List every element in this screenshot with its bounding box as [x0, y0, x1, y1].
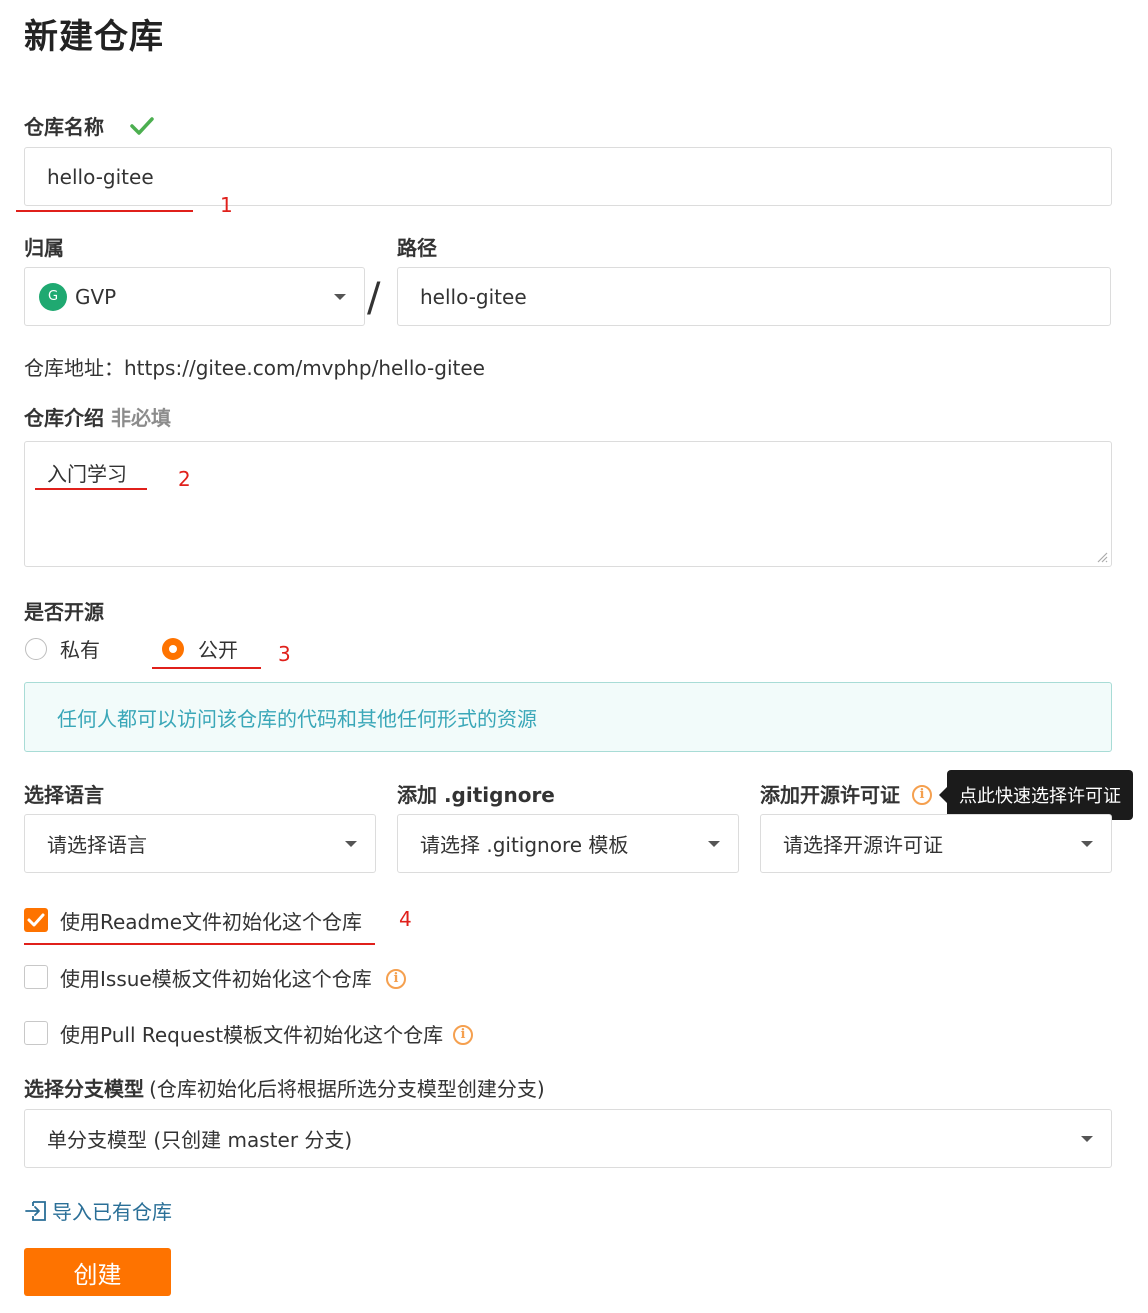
annotation-number-2: 2 — [178, 467, 191, 491]
chevron-down-icon — [708, 840, 720, 847]
language-select[interactable]: 请选择语言 — [24, 814, 376, 873]
license-tooltip: 点此快速选择许可证 — [939, 770, 1133, 820]
description-textarea[interactable]: 入门学习 — [24, 441, 1112, 567]
issue-template-checkbox[interactable] — [24, 965, 48, 989]
annotation-number-3: 3 — [278, 642, 291, 666]
description-label: 仓库介绍 非必填 — [24, 404, 171, 432]
license-label: 添加开源许可证 — [760, 783, 900, 807]
readme-checkbox[interactable] — [24, 908, 48, 932]
visibility-notice-text: 任何人都可以访问该仓库的代码和其他任何形式的资源 — [57, 706, 537, 731]
visibility-notice: 任何人都可以访问该仓库的代码和其他任何形式的资源 — [24, 682, 1112, 752]
import-repo-link-text: 导入已有仓库 — [52, 1200, 172, 1224]
branch-model-label: 选择分支模型 — [24, 1077, 144, 1101]
repo-address: 仓库地址：https://gitee.com/mvphp/hello-gitee — [24, 356, 485, 380]
language-placeholder: 请选择语言 — [47, 833, 147, 857]
license-placeholder: 请选择开源许可证 — [783, 833, 943, 857]
visibility-label: 是否开源 — [24, 600, 104, 624]
annotation-underline-3 — [152, 667, 261, 669]
path-value: hello-gitee — [420, 284, 527, 309]
chevron-down-icon — [345, 840, 357, 847]
description-label-text: 仓库介绍 — [24, 406, 104, 430]
pr-template-checkbox[interactable] — [24, 1021, 48, 1045]
issue-template-checkbox-label[interactable]: 使用Issue模板文件初始化这个仓库 — [60, 965, 372, 993]
repo-name-value: hello-gitee — [47, 164, 154, 189]
optional-label: 非必填 — [110, 406, 171, 430]
annotation-underline-2 — [35, 488, 147, 490]
branch-model-label-row: 选择分支模型 (仓库初始化后将根据所选分支模型创建分支) — [24, 1075, 545, 1105]
resize-handle-icon[interactable] — [1096, 551, 1108, 563]
pr-template-info-icon[interactable]: i — [453, 1025, 473, 1045]
branch-model-hint: (仓库初始化后将根据所选分支模型创建分支) — [149, 1077, 545, 1101]
path-separator: / — [367, 275, 381, 321]
import-icon — [25, 1200, 46, 1221]
repo-name-input[interactable]: hello-gitee — [24, 147, 1112, 206]
radio-private[interactable] — [25, 638, 47, 660]
annotation-underline-1 — [16, 210, 193, 212]
description-value: 入门学习 — [47, 462, 127, 486]
import-repo-link[interactable]: 导入已有仓库 — [24, 1196, 172, 1225]
license-info-icon[interactable]: i — [912, 785, 932, 805]
owner-select[interactable]: G GVP — [24, 267, 365, 326]
owner-label: 归属 — [24, 236, 64, 260]
tooltip-arrow — [939, 787, 947, 803]
chevron-down-icon — [1081, 1135, 1093, 1142]
readme-checkbox-label[interactable]: 使用Readme文件初始化这个仓库 — [60, 908, 362, 936]
branch-model-value: 单分支模型 (只创建 master 分支) — [47, 1128, 353, 1152]
radio-private-label[interactable]: 私有 — [60, 636, 100, 664]
radio-public-dot — [169, 645, 177, 653]
pr-template-checkbox-label[interactable]: 使用Pull Request模板文件初始化这个仓库 — [60, 1021, 443, 1049]
repo-name-label: 仓库名称 — [24, 115, 104, 139]
gitignore-placeholder: 请选择 .gitignore 模板 — [420, 833, 629, 857]
radio-public[interactable] — [162, 638, 184, 660]
license-tooltip-text: 点此快速选择许可证 — [959, 786, 1121, 807]
path-label: 路径 — [397, 236, 437, 260]
annotation-underline-4 — [24, 943, 375, 945]
chevron-down-icon — [1081, 840, 1093, 847]
checkmark-icon — [27, 913, 45, 927]
gitignore-select[interactable]: 请选择 .gitignore 模板 — [397, 814, 739, 873]
page-title: 新建仓库 — [24, 17, 164, 57]
branch-model-select[interactable]: 单分支模型 (只创建 master 分支) — [24, 1109, 1112, 1168]
radio-public-label[interactable]: 公开 — [198, 636, 238, 664]
gitignore-label: 添加 .gitignore — [397, 783, 555, 807]
path-input[interactable]: hello-gitee — [397, 267, 1111, 326]
check-icon — [130, 117, 154, 135]
language-label: 选择语言 — [24, 783, 104, 807]
annotation-number-1: 1 — [220, 193, 233, 217]
issue-template-info-icon[interactable]: i — [386, 969, 406, 989]
create-button[interactable]: 创建 — [24, 1248, 171, 1296]
owner-avatar: G — [39, 282, 67, 311]
chevron-down-icon — [334, 293, 346, 300]
owner-value: GVP — [75, 284, 117, 309]
license-select[interactable]: 请选择开源许可证 — [760, 814, 1112, 873]
annotation-number-4: 4 — [399, 907, 412, 931]
owner-avatar-letter: G — [47, 289, 59, 304]
